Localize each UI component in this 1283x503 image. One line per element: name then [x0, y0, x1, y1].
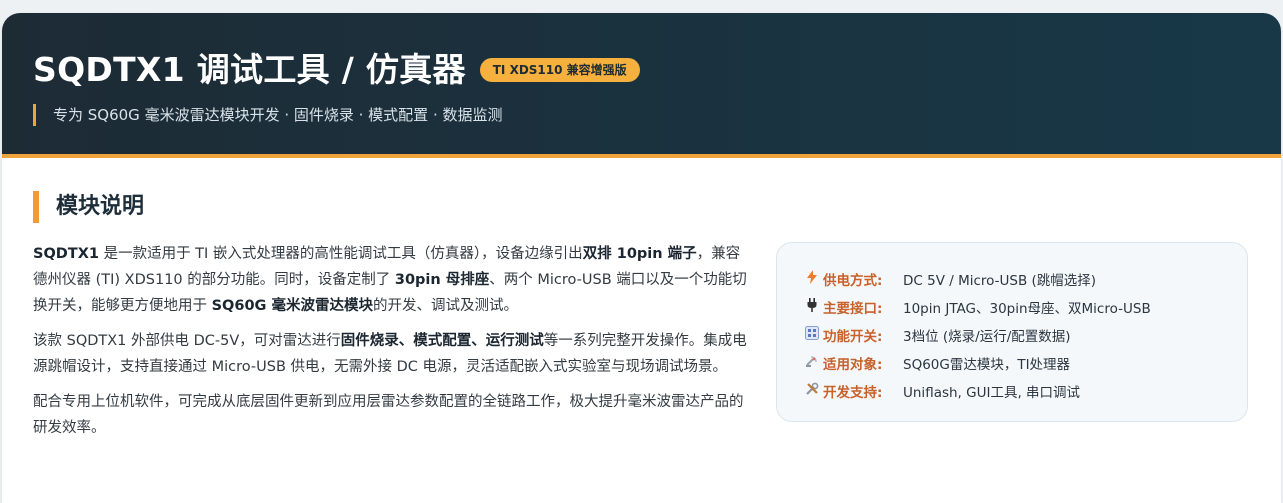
- description-column: SQDTX1 是一款适用于 TI 嵌入式处理器的高性能调试工具（仿真器），设备边…: [33, 241, 747, 450]
- page-title: SQDTX1 调试工具 / 仿真器: [33, 50, 466, 89]
- spec-row-support: 开发支持: Uniflash, GUI工具, 串口调试: [801, 377, 1247, 405]
- tools-icon: [801, 382, 823, 400]
- content-card: SQDTX1 调试工具 / 仿真器 TI XDS110 兼容增强版 专为 SQ6…: [2, 13, 1281, 503]
- section-title: 模块说明: [33, 191, 144, 223]
- body-text: 配合专用上位机软件，可完成从底层固件更新到应用层雷达参数配置的全链路工作，极大提…: [33, 394, 744, 436]
- body-text: 的开发、调试及测试。: [373, 298, 519, 314]
- description-paragraph-1: SQDTX1 是一款适用于 TI 嵌入式处理器的高性能调试工具（仿真器），设备边…: [33, 241, 747, 319]
- title-row: SQDTX1 调试工具 / 仿真器 TI XDS110 兼容增强版: [33, 48, 640, 92]
- body-text: 是一款适用于 TI 嵌入式处理器的高性能调试工具（仿真器），设备边缘引出: [98, 246, 583, 262]
- lightning-icon: [801, 270, 823, 288]
- description-paragraph-3: 配合专用上位机软件，可完成从底层固件更新到应用层雷达参数配置的全链路工作，极大提…: [33, 389, 747, 441]
- spec-info-box: 供电方式: DC 5V / Micro-USB (跳帽选择) 主要接口: 10p…: [776, 242, 1248, 422]
- spec-row-target: 适用对象: SQ60G雷达模块，TI处理器: [801, 349, 1247, 377]
- page-subtitle: 专为 SQ60G 毫米波雷达模块开发 · 固件烧录 · 模式配置 · 数据监测: [33, 104, 503, 126]
- description-paragraph-2: 该款 SQDTX1 外部供电 DC-5V，可对雷达进行固件烧录、模式配置、运行测…: [33, 328, 747, 380]
- spec-row-switch: 功能开关: 3档位 (烧录/运行/配置数据): [801, 321, 1247, 349]
- compat-badge: TI XDS110 兼容增强版: [479, 58, 640, 82]
- spec-row-power: 供电方式: DC 5V / Micro-USB (跳帽选择): [801, 265, 1247, 293]
- spec-label: 功能开关:: [823, 329, 883, 345]
- spec-label: 开发支持:: [823, 385, 883, 401]
- spec-value: 3档位 (烧录/运行/配置数据): [903, 329, 1071, 345]
- spec-row-interface: 主要接口: 10pin JTAG、30pin母座、双Micro-USB: [801, 293, 1247, 321]
- highlight-text: SQ60G 毫米波雷达模块: [211, 298, 374, 314]
- spec-label: 供电方式:: [823, 273, 883, 289]
- control-knobs-icon: [801, 326, 823, 344]
- body-text: 该款 SQDTX1 外部供电 DC-5V，可对雷达进行: [33, 333, 341, 349]
- satellite-antenna-icon: [801, 354, 823, 372]
- spec-value: Uniflash, GUI工具, 串口调试: [903, 385, 1081, 401]
- highlight-text: SQDTX1: [33, 246, 99, 262]
- spec-label: 主要接口:: [823, 301, 883, 317]
- spec-label: 适用对象:: [823, 357, 883, 373]
- spec-value: 10pin JTAG、30pin母座、双Micro-USB: [903, 301, 1151, 317]
- spec-value: SQ60G雷达模块，TI处理器: [903, 357, 1071, 373]
- highlight-text: 双排 10pin 端子: [582, 246, 697, 262]
- plug-icon: [801, 298, 823, 316]
- spec-value: DC 5V / Micro-USB (跳帽选择): [903, 273, 1097, 289]
- page-header: SQDTX1 调试工具 / 仿真器 TI XDS110 兼容增强版 专为 SQ6…: [2, 13, 1281, 158]
- highlight-text: 固件烧录、模式配置、运行测试: [340, 333, 544, 349]
- highlight-text: 30pin 母排座: [394, 272, 490, 288]
